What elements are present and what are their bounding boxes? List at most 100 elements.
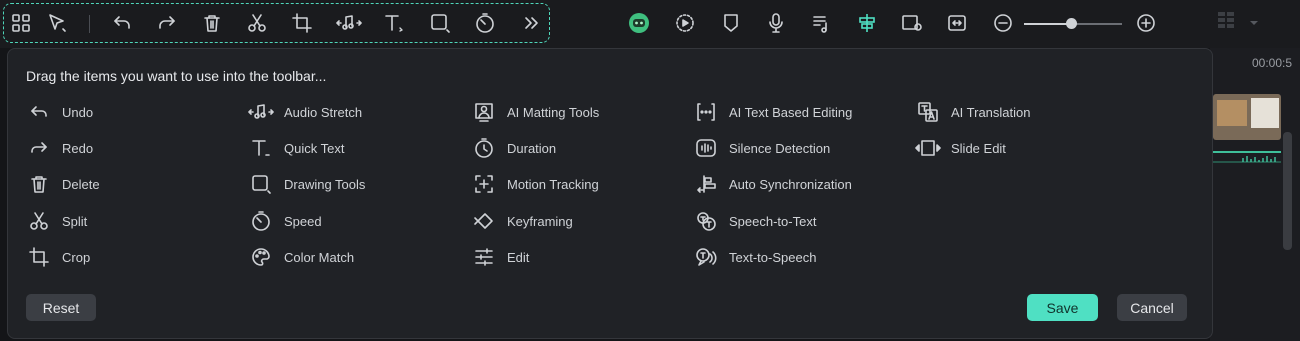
toolbar-item-label: Audio Stretch xyxy=(284,104,363,120)
drawing-tools-icon xyxy=(248,172,274,196)
delete-icon[interactable] xyxy=(201,12,223,34)
toolbar-item-label: Split xyxy=(62,213,88,229)
delete-icon xyxy=(26,172,52,196)
dropdown-arrow-icon[interactable] xyxy=(1247,16,1269,38)
toolbar-divider xyxy=(89,15,90,33)
toolbar-item-speed[interactable]: Speed xyxy=(248,209,322,233)
toolbar-item-color-match[interactable]: Color Match xyxy=(248,245,354,269)
custom-toolbar-drop-zone[interactable] xyxy=(3,3,550,43)
zoom-slider-fill xyxy=(1024,23,1072,25)
slide-edit-icon xyxy=(915,136,941,160)
crop-icon[interactable] xyxy=(291,12,313,34)
silence-detection-icon xyxy=(693,136,719,160)
zoom-out-icon[interactable] xyxy=(992,12,1014,34)
audio-stretch-icon xyxy=(248,100,274,124)
audio-stretch-icon[interactable] xyxy=(336,12,362,34)
toolbar-item-label: Duration xyxy=(507,140,557,156)
preview-toggle-icon[interactable] xyxy=(900,12,924,34)
snap-icon[interactable] xyxy=(856,12,878,34)
timeline-scrollbar[interactable] xyxy=(1283,132,1292,250)
ai-matting-icon xyxy=(471,100,497,124)
toolbar-item-label: Speech-to-Text xyxy=(729,213,817,229)
toolbar-item-label: Speed xyxy=(284,213,322,229)
toolbar-item-label: Edit xyxy=(507,249,530,265)
more-icon[interactable] xyxy=(520,12,542,34)
toolbar-item-ai-text-based-editing[interactable]: AI Text Based Editing xyxy=(693,100,852,124)
toolbar-item-label: AI Text Based Editing xyxy=(729,104,853,120)
speed-icon xyxy=(248,209,274,233)
toolbar-item-label: Redo xyxy=(62,140,94,156)
text-to-speech-icon xyxy=(693,245,719,269)
toolbar-item-speech-to-text[interactable]: Speech-to-Text xyxy=(693,209,816,233)
top-toolbar xyxy=(0,0,1300,48)
reset-button[interactable]: Reset xyxy=(26,294,96,321)
toolbar-item-label: Quick Text xyxy=(284,140,345,156)
toolbar-item-label: Auto Synchronization xyxy=(729,176,852,192)
auto-sync-icon xyxy=(693,172,719,196)
crop-icon xyxy=(26,245,52,269)
toolbar-item-label: Silence Detection xyxy=(729,140,831,156)
edit-sliders-icon xyxy=(471,245,497,269)
toolbar-item-label: Delete xyxy=(62,176,100,192)
grid-icon[interactable] xyxy=(10,12,32,34)
toolbar-item-label: AI Translation xyxy=(951,104,1031,120)
customize-toolbar-dialog: Drag the items you want to use into the … xyxy=(7,48,1213,339)
text-icon[interactable] xyxy=(383,12,405,34)
toolbar-item-edit[interactable]: Edit xyxy=(471,245,529,269)
ai-avatar-icon[interactable] xyxy=(628,12,650,34)
toolbar-item-audio-stretch[interactable]: Audio Stretch xyxy=(248,100,362,124)
toolbar-item-ai-matting-tools[interactable]: AI Matting Tools xyxy=(471,100,599,124)
toolbar-item-split[interactable]: Split xyxy=(26,209,87,233)
audio-list-icon[interactable] xyxy=(810,12,832,34)
toolbar-item-delete[interactable]: Delete xyxy=(26,172,100,196)
fit-icon[interactable] xyxy=(946,12,968,34)
select-arrow-icon[interactable] xyxy=(46,12,68,34)
toolbar-item-label: Color Match xyxy=(284,249,355,265)
keyframing-icon xyxy=(471,209,497,233)
toolbar-item-slide-edit[interactable]: Slide Edit xyxy=(915,136,1006,160)
shape-icon[interactable] xyxy=(429,12,451,34)
speech-to-text-icon xyxy=(693,209,719,233)
toolbar-item-redo[interactable]: Redo xyxy=(26,136,93,160)
zoom-slider-handle[interactable] xyxy=(1066,18,1078,29)
toolbar-item-crop[interactable]: Crop xyxy=(26,245,90,269)
color-match-icon xyxy=(248,245,274,269)
microphone-icon[interactable] xyxy=(765,12,787,34)
duration-icon xyxy=(471,136,497,160)
cancel-button[interactable]: Cancel xyxy=(1117,294,1187,321)
split-icon[interactable] xyxy=(246,12,268,34)
toolbar-item-label: Drawing Tools xyxy=(284,176,366,192)
toolbar-item-quick-text[interactable]: Quick Text xyxy=(248,136,344,160)
toolbar-item-label: Keyframing xyxy=(507,213,573,229)
timeline-time-code: 00:00:5 xyxy=(1252,56,1293,70)
marker-icon[interactable] xyxy=(720,12,742,34)
video-clip[interactable] xyxy=(1213,94,1281,140)
speed-icon[interactable] xyxy=(474,12,496,34)
toolbar-item-text-to-speech[interactable]: Text-to-Speech xyxy=(693,245,816,269)
toolbar-item-undo[interactable]: Undo xyxy=(26,100,93,124)
ai-text-editing-icon xyxy=(693,100,719,124)
toolbar-item-label: Slide Edit xyxy=(951,140,1006,156)
redo-icon xyxy=(26,136,52,160)
motion-tracking-icon xyxy=(471,172,497,196)
toolbar-item-auto-synchronization[interactable]: Auto Synchronization xyxy=(693,172,852,196)
save-button[interactable]: Save xyxy=(1027,294,1098,321)
toolbar-item-drawing-tools[interactable]: Drawing Tools xyxy=(248,172,365,196)
toolbar-item-ai-translation[interactable]: AI Translation xyxy=(915,100,1031,124)
dialog-title: Drag the items you want to use into the … xyxy=(26,68,327,84)
toolbar-item-duration[interactable]: Duration xyxy=(471,136,556,160)
toolbar-item-motion-tracking[interactable]: Motion Tracking xyxy=(471,172,599,196)
undo-icon[interactable] xyxy=(111,12,133,34)
quick-text-icon xyxy=(248,136,274,160)
toolbar-item-silence-detection[interactable]: Silence Detection xyxy=(693,136,830,160)
zoom-in-icon[interactable] xyxy=(1135,12,1157,34)
toolbar-item-label: Crop xyxy=(62,249,91,265)
render-preview-icon[interactable] xyxy=(674,12,696,34)
layout-grid-icon[interactable] xyxy=(1216,12,1238,34)
toolbar-item-keyframing[interactable]: Keyframing xyxy=(471,209,573,233)
toolbar-item-label: Text-to-Speech xyxy=(729,249,817,265)
redo-icon[interactable] xyxy=(156,12,178,34)
toolbar-item-label: Undo xyxy=(62,104,94,120)
toolbar-item-label: Motion Tracking xyxy=(507,176,599,192)
ai-translation-icon xyxy=(915,100,941,124)
